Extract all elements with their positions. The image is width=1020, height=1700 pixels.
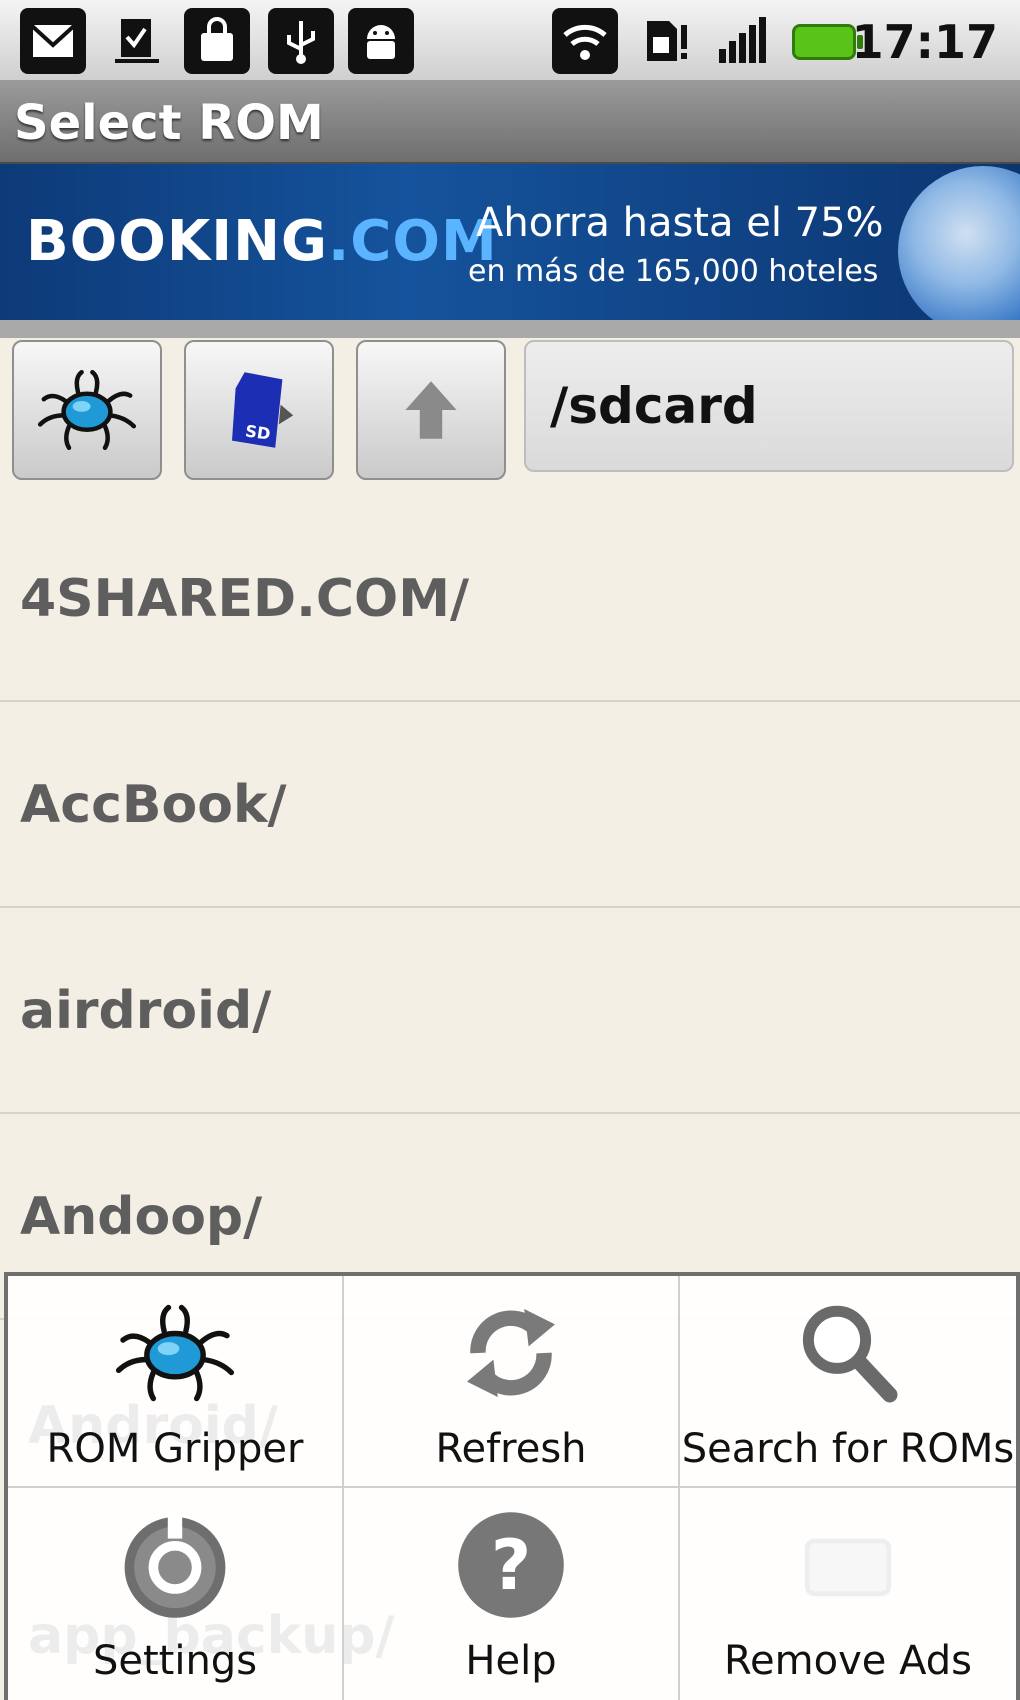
parent-directory-button[interactable]: [356, 340, 506, 480]
gmail-icon: [20, 8, 86, 74]
list-item-label: airdroid/: [20, 981, 272, 1041]
sdcard-button[interactable]: SD: [184, 340, 334, 480]
menu-item-label: Help: [465, 1638, 557, 1684]
title-bar: Select ROM: [0, 82, 1020, 164]
menu-item-label: Remove Ads: [724, 1638, 972, 1684]
up-arrow-icon: [405, 381, 457, 439]
rom-gripper-button[interactable]: [12, 340, 162, 480]
battery-icon: [792, 24, 863, 60]
ad-headline: Ahorra hasta el 75%: [476, 200, 884, 246]
list-item[interactable]: AccBook/: [0, 702, 1020, 908]
market-bag-icon: [184, 8, 250, 74]
sdcard-icon: SD: [232, 372, 294, 448]
ad-subline: en más de 165,000 hoteles: [468, 254, 879, 289]
search-icon: [802, 1305, 898, 1403]
download-done-icon: [104, 8, 170, 74]
file-list: 4SHARED.COM/ AccBook/ airdroid/ Andoop/: [0, 496, 1020, 1320]
svg-text:SD: SD: [244, 421, 272, 443]
status-bar: 17:17: [0, 0, 1020, 82]
list-item[interactable]: airdroid/: [0, 908, 1020, 1114]
clock: 17:17: [851, 15, 998, 69]
signal-icon: [708, 8, 774, 74]
menu-item-refresh[interactable]: Refresh: [344, 1276, 680, 1488]
menu-item-label: Search for ROMs: [681, 1426, 1015, 1472]
menu-item-remove-ads[interactable]: Remove Ads: [680, 1488, 1016, 1700]
rom-gripper-icon: [37, 369, 137, 451]
ad-brand: BOOKING.COM: [26, 209, 498, 274]
menu-item-label: Settings: [92, 1638, 258, 1684]
help-icon: ?: [458, 1512, 564, 1618]
list-item[interactable]: 4SHARED.COM/: [0, 496, 1020, 702]
path-field[interactable]: /sdcard: [524, 340, 1014, 472]
settings-icon: [124, 1512, 226, 1618]
menu-item-label: ROM Gripper: [46, 1426, 304, 1472]
page-title: Select ROM: [14, 95, 324, 151]
menu-item-rom-gripper[interactable]: ROM Gripper: [8, 1276, 344, 1488]
list-item-label: 4SHARED.COM/: [20, 569, 469, 629]
list-item-label: AccBook/: [20, 775, 287, 835]
menu-item-settings[interactable]: Settings: [8, 1488, 344, 1700]
menu-item-search-for-roms[interactable]: Search for ROMs: [680, 1276, 1016, 1488]
rom-gripper-icon: [115, 1304, 235, 1402]
menu-item-help[interactable]: ? Help: [344, 1488, 680, 1700]
refresh-icon: [467, 1309, 555, 1397]
wifi-icon: [552, 8, 618, 74]
current-path: /sdcard: [550, 377, 758, 435]
android-debug-icon: [348, 8, 414, 74]
remove-ads-icon: [804, 1538, 892, 1597]
menu-item-label: Refresh: [435, 1426, 587, 1472]
sim-alert-icon: [632, 8, 698, 74]
globe-icon: [898, 166, 1020, 320]
toolbar-divider: [0, 320, 1020, 338]
options-menu: Android/ app_backup/ ROM Gripper Refresh…: [4, 1272, 1020, 1700]
ad-banner[interactable]: BOOKING.COM Ahorra hasta el 75% en más d…: [0, 164, 1020, 320]
svg-text:?: ?: [491, 1525, 531, 1606]
usb-icon: [268, 8, 334, 74]
